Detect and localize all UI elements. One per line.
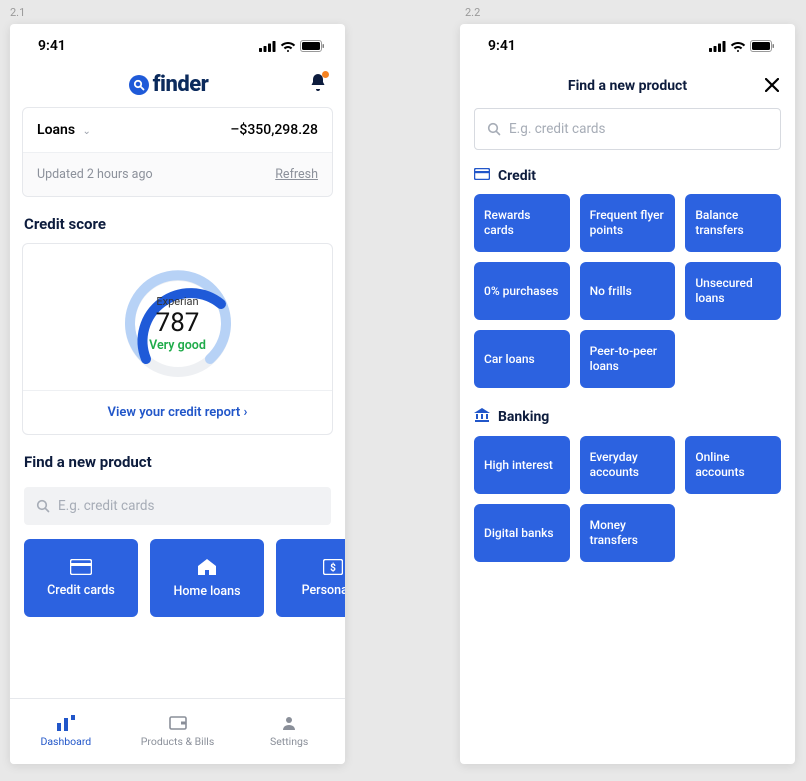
bank-icon	[474, 408, 490, 426]
product-tile[interactable]: Rewards cards	[474, 194, 570, 252]
chevron-down-icon: ⌄	[83, 126, 91, 137]
app-header: finder	[10, 68, 345, 107]
tile-label: Personal lo	[302, 583, 345, 598]
refresh-link[interactable]: Refresh	[275, 167, 318, 182]
product-tile[interactable]: Online accounts	[685, 436, 781, 494]
svg-text:$: $	[330, 561, 336, 574]
search-icon	[487, 122, 501, 136]
category-header-credit: Credit	[460, 168, 795, 194]
category-name: Banking	[498, 409, 549, 425]
tab-label: Settings	[270, 735, 308, 748]
person-icon	[281, 715, 297, 731]
phone-screen-1: 9:41 finder Loans ⌄ –$350,298.28	[10, 24, 345, 764]
tab-dashboard[interactable]: Dashboard	[10, 699, 122, 764]
tab-label: Products & Bills	[141, 735, 215, 748]
category-header-banking: Banking	[460, 408, 795, 436]
credit-score-gauge: Experian 787 Very good	[118, 264, 238, 384]
product-tile[interactable]: Car loans	[474, 330, 570, 388]
status-icons	[709, 40, 775, 52]
tab-settings[interactable]: Settings	[233, 699, 345, 764]
tab-products-bills[interactable]: Products & Bills	[122, 699, 234, 764]
wifi-icon	[280, 40, 296, 52]
tile-home-loans[interactable]: Home loans	[150, 539, 264, 617]
status-icons	[259, 40, 325, 52]
loans-row[interactable]: Loans ⌄ –$350,298.28	[23, 108, 332, 152]
tile-label: Credit cards	[47, 583, 115, 598]
status-bar: 9:41	[10, 24, 345, 68]
screen-label-2: 2.2	[465, 6, 480, 19]
tile-credit-cards[interactable]: Credit cards	[24, 539, 138, 617]
tab-label: Dashboard	[40, 735, 91, 748]
notifications-button[interactable]	[309, 73, 327, 96]
product-tile[interactable]: Frequent flyer points	[580, 194, 676, 252]
card-icon	[70, 559, 92, 575]
find-product-title: Find a new product	[10, 453, 345, 481]
loans-amount: –$350,298.28	[230, 122, 318, 138]
loans-card: Loans ⌄ –$350,298.28 Updated 2 hours ago…	[22, 107, 333, 197]
score-provider: Experian	[156, 295, 198, 308]
search-placeholder: E.g. credit cards	[58, 498, 155, 514]
product-tiles-row: Credit cards Home loans $ Personal lo	[10, 539, 345, 617]
credit-score-card: Experian 787 Very good View your credit …	[22, 243, 333, 435]
search-input[interactable]: E.g. credit cards	[24, 487, 331, 525]
view-credit-report-link[interactable]: View your credit report ›	[23, 390, 332, 434]
status-time: 9:41	[488, 38, 516, 54]
wallet-icon	[169, 715, 187, 731]
status-time: 9:41	[38, 38, 66, 54]
tile-personal-loans[interactable]: $ Personal lo	[276, 539, 345, 617]
score-value: 787	[156, 308, 200, 338]
score-rating: Very good	[149, 338, 206, 353]
product-tile[interactable]: Unsecured loans	[685, 262, 781, 320]
wifi-icon	[730, 40, 746, 52]
modal-title: Find a new product	[568, 78, 687, 94]
product-tile[interactable]: 0% purchases	[474, 262, 570, 320]
status-bar: 9:41	[460, 24, 795, 68]
credit-score-title: Credit score	[10, 215, 345, 243]
close-button[interactable]	[765, 76, 779, 97]
notification-dot-icon	[322, 71, 329, 78]
search-icon	[36, 499, 50, 513]
product-tile[interactable]: No frills	[580, 262, 676, 320]
product-tile[interactable]: Digital banks	[474, 504, 570, 562]
modal-header: Find a new product	[460, 68, 795, 108]
tab-bar: Dashboard Products & Bills Settings	[10, 698, 345, 764]
signal-icon	[709, 41, 726, 52]
logo-mark-icon	[129, 75, 149, 95]
credit-grid: Rewards cards Frequent flyer points Bala…	[460, 194, 795, 408]
screen-label-1: 2.1	[10, 6, 25, 19]
signal-icon	[259, 41, 276, 52]
search-input[interactable]: E.g. credit cards	[474, 108, 781, 150]
logo-text: finder	[153, 72, 209, 97]
product-tile[interactable]: Everyday accounts	[580, 436, 676, 494]
product-tile[interactable]: Money transfers	[580, 504, 676, 562]
search-placeholder: E.g. credit cards	[509, 121, 606, 137]
updated-text: Updated 2 hours ago	[37, 167, 153, 182]
close-icon	[765, 78, 779, 92]
product-tile[interactable]: High interest	[474, 436, 570, 494]
phone-screen-2: 9:41 Find a new product E.g. credit card…	[460, 24, 795, 764]
tile-label: Home loans	[173, 584, 240, 599]
credit-icon	[474, 168, 490, 184]
home-icon	[197, 558, 217, 576]
dollar-icon: $	[323, 559, 343, 575]
app-logo: finder	[129, 72, 209, 97]
loans-label: Loans	[37, 122, 75, 138]
battery-icon	[750, 40, 775, 52]
banking-grid: High interest Everyday accounts Online a…	[460, 436, 795, 582]
dashboard-icon	[57, 715, 75, 731]
product-tile[interactable]: Peer-to-peer loans	[580, 330, 676, 388]
product-tile[interactable]: Balance transfers	[685, 194, 781, 252]
category-name: Credit	[498, 168, 536, 184]
battery-icon	[300, 40, 325, 52]
